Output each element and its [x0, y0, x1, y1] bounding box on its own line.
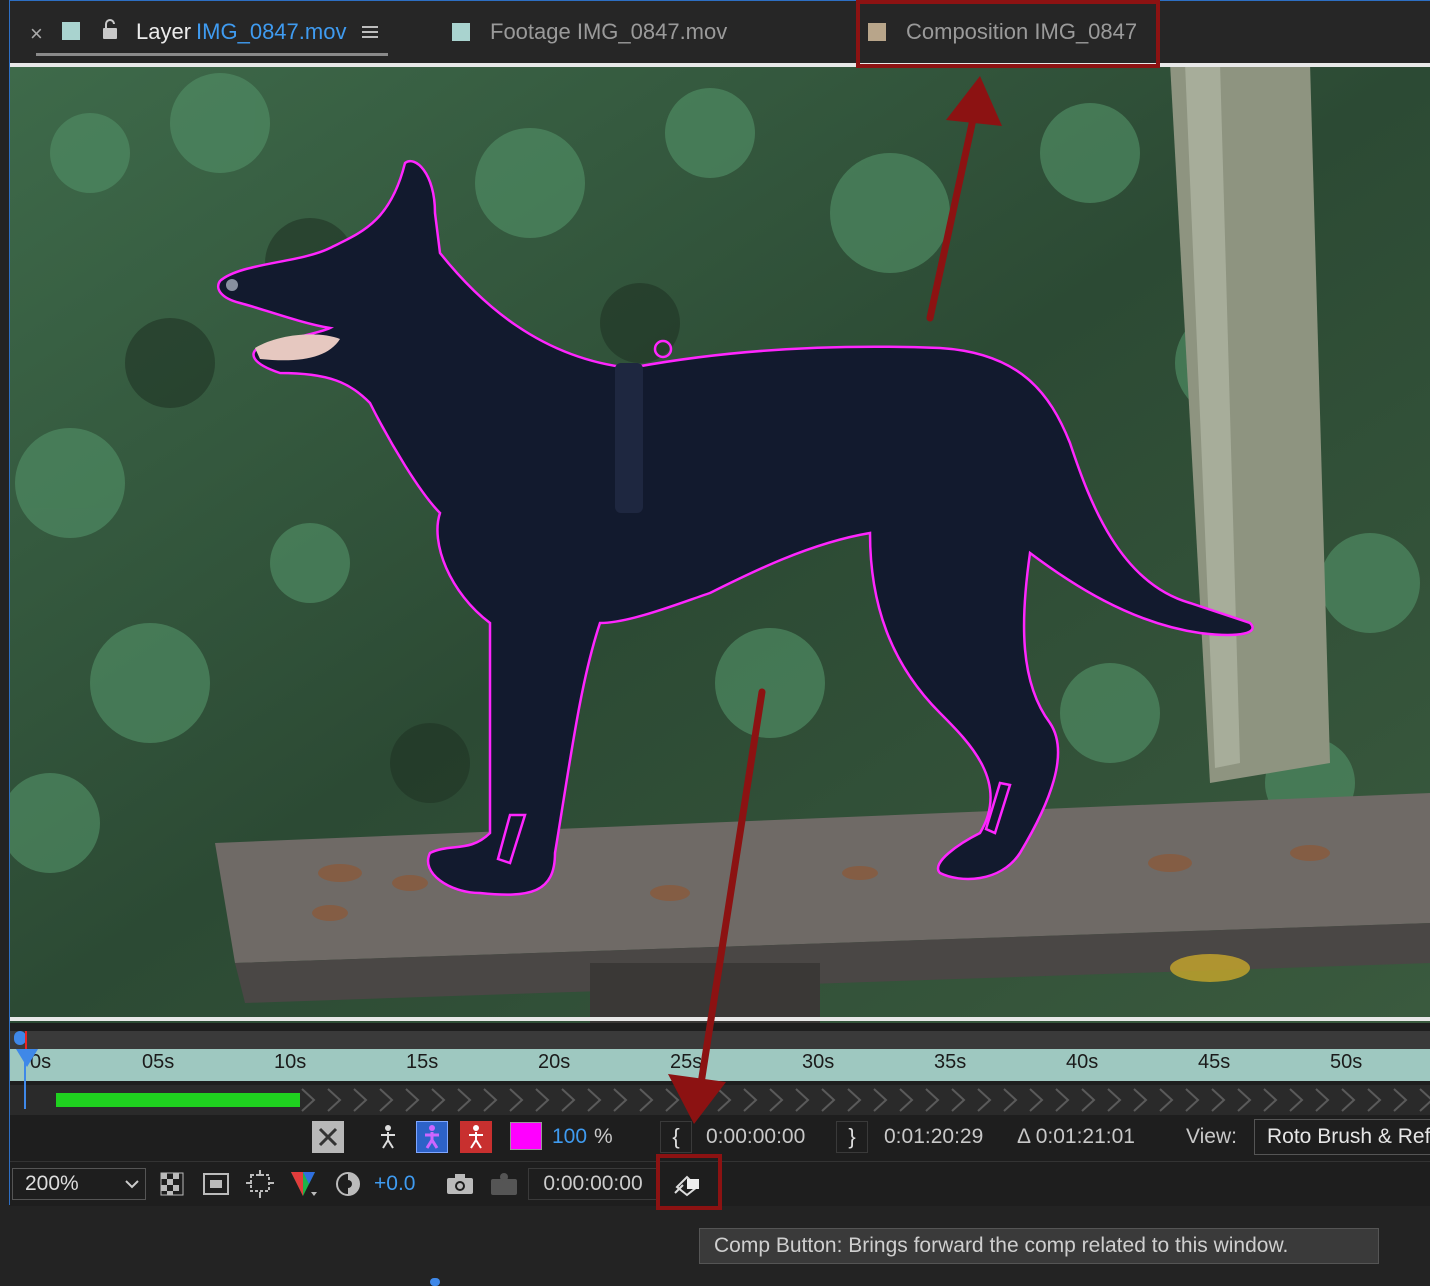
in-point-time[interactable]: 0:00:00:00 — [706, 1125, 805, 1149]
viewer-canvas[interactable] — [10, 63, 1430, 1023]
tick-label: 25s — [670, 1051, 703, 1073]
show-snapshot-icon[interactable] — [488, 1168, 520, 1200]
roto-brush-person-icon[interactable] — [372, 1121, 404, 1153]
tick-label: 40s — [1066, 1051, 1099, 1073]
time-ruler[interactable]: 0s 05s 10s 15s 20s 25s 30s 35s 40s 45s 5… — [10, 1049, 1430, 1081]
playhead-handle-icon[interactable] — [16, 1049, 38, 1069]
current-time-display[interactable]: 0:00:00:00 — [528, 1168, 658, 1200]
frame-boundary-top — [10, 63, 1430, 67]
propagated-frames-bar — [56, 1093, 300, 1107]
annotation-highlight-composition-tab — [856, 0, 1160, 68]
channels-icon[interactable] — [288, 1168, 320, 1200]
magnification-dropdown[interactable]: 200% — [12, 1168, 146, 1200]
tick-label: 30s — [802, 1051, 835, 1073]
mask-visibility-icon[interactable] — [200, 1168, 232, 1200]
freeze-icon[interactable] — [312, 1121, 344, 1153]
tick-label: 50s — [1330, 1051, 1363, 1073]
tick-label: 05s — [142, 1051, 175, 1073]
unlock-icon[interactable] — [102, 19, 118, 41]
roto-controls-row: 100 % { 0:00:00:00 } 0:01:20:29 Δ 0:01:2… — [10, 1115, 1430, 1159]
tick-label: 35s — [934, 1051, 967, 1073]
tab-layer-prefix: Layer — [136, 19, 192, 44]
view-dropdown[interactable]: Roto Brush & Refine Edge — [1254, 1119, 1430, 1155]
duration-readout: Δ 0:01:21:01 — [1017, 1125, 1135, 1148]
overlay-opacity-unit: % — [594, 1125, 613, 1148]
set-in-point-icon[interactable]: { — [660, 1121, 692, 1153]
annotation-highlight-comp-button — [656, 1154, 722, 1210]
panel-menu-icon[interactable] — [362, 23, 379, 41]
layer-color-swatch — [62, 22, 80, 40]
frame-boundary-bottom — [10, 1017, 1430, 1021]
magnification-value: 200% — [25, 1172, 79, 1195]
tick-label: 20s — [538, 1051, 571, 1073]
transparency-grid-icon[interactable] — [156, 1168, 188, 1200]
tab-layer-name: IMG_0847.mov — [196, 19, 347, 44]
exposure-value[interactable]: +0.0 — [374, 1172, 415, 1196]
exposure-reset-icon[interactable] — [332, 1168, 364, 1200]
overlay-color-swatch[interactable] — [510, 1122, 542, 1150]
tick-label: 45s — [1198, 1051, 1231, 1073]
set-out-point-icon[interactable]: } — [836, 1121, 868, 1153]
show-foreground-icon[interactable] — [416, 1121, 448, 1153]
view-label: View: — [1186, 1125, 1237, 1148]
tick-label: 15s — [406, 1051, 439, 1073]
tick-label: 10s — [274, 1051, 307, 1073]
navigator-marker — [25, 1031, 27, 1049]
region-of-interest-icon[interactable] — [244, 1168, 276, 1200]
show-background-icon[interactable] — [460, 1121, 492, 1153]
tab-bar: × Layer IMG_0847.mov Footage IMG_0847.mo… — [10, 1, 1430, 63]
close-tab-icon[interactable]: × — [30, 21, 43, 47]
camera-snapshot-icon[interactable] — [444, 1168, 476, 1200]
tab-footage[interactable]: Footage IMG_0847.mov — [452, 1, 727, 63]
footage-frame — [10, 63, 1430, 1023]
layer-viewer-panel: × Layer IMG_0847.mov Footage IMG_0847.mo… — [9, 0, 1430, 1206]
out-point-time[interactable]: 0:01:20:29 — [884, 1125, 983, 1149]
active-tab-underline — [36, 53, 388, 56]
comp-button-tooltip: Comp Button: Brings forward the comp rel… — [699, 1228, 1379, 1264]
scroll-indicator[interactable] — [430, 1278, 440, 1286]
chevron-down-icon — [125, 1180, 139, 1189]
footage-color-swatch — [452, 23, 470, 41]
overlay-opacity-value[interactable]: 100 — [552, 1125, 587, 1149]
tab-footage-label: Footage IMG_0847.mov — [490, 19, 728, 44]
time-navigator[interactable] — [10, 1031, 1430, 1049]
